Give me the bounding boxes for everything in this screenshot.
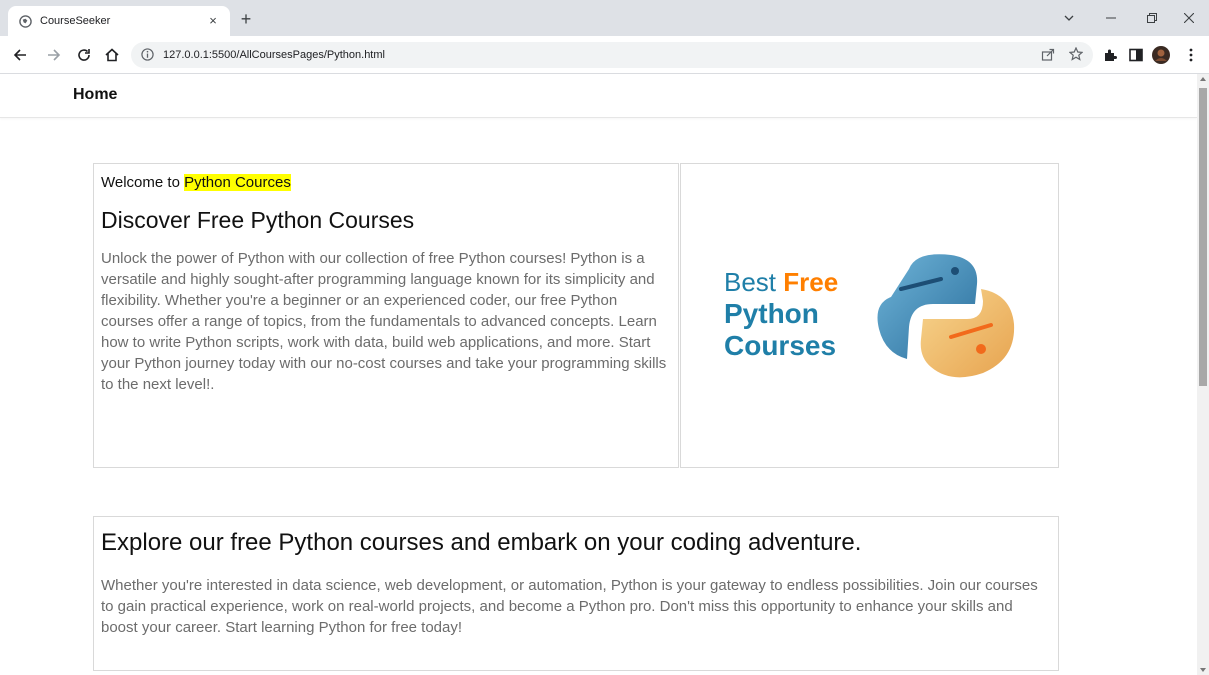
banner-courses: Courses bbox=[724, 330, 837, 361]
scrollbar-thumb[interactable] bbox=[1199, 88, 1207, 386]
page-viewport: Home Welcome to Python Cources Discover … bbox=[0, 74, 1197, 675]
info-icon[interactable] bbox=[141, 48, 155, 62]
tab-title: CourseSeeker bbox=[40, 15, 111, 27]
bookmark-star-icon[interactable] bbox=[1068, 46, 1084, 66]
page-scrollbar[interactable] bbox=[1197, 74, 1209, 675]
minimize-icon[interactable] bbox=[1096, 8, 1126, 28]
scroll-down-icon[interactable] bbox=[1200, 668, 1206, 672]
explore-card: Explore our free Python courses and emba… bbox=[93, 516, 1059, 671]
welcome-line: Welcome to Python Cources bbox=[101, 174, 671, 191]
welcome-prefix: Welcome to bbox=[101, 174, 185, 191]
globe-icon bbox=[18, 14, 32, 28]
python-logo-icon bbox=[877, 254, 1015, 378]
avatar[interactable] bbox=[1152, 46, 1170, 64]
side-panel-icon[interactable] bbox=[1127, 46, 1145, 64]
close-window-icon[interactable] bbox=[1174, 8, 1204, 28]
share-icon[interactable] bbox=[1041, 47, 1055, 66]
url-text: 127.0.0.1:5500/AllCoursesPages/Python.ht… bbox=[163, 49, 385, 61]
extensions-icon[interactable] bbox=[1101, 46, 1119, 64]
new-tab-button[interactable]: + bbox=[236, 10, 256, 30]
explore-paragraph: Whether you're interested in data scienc… bbox=[101, 577, 1038, 636]
browser-tab[interactable]: CourseSeeker × bbox=[8, 6, 230, 36]
tab-strip: CourseSeeker × + bbox=[0, 0, 1209, 36]
banner-python: Python bbox=[724, 298, 819, 329]
welcome-highlight: Python Cources bbox=[184, 174, 291, 191]
reload-icon[interactable] bbox=[74, 45, 94, 65]
home-icon[interactable] bbox=[102, 45, 122, 65]
tab-close-icon[interactable]: × bbox=[206, 14, 220, 28]
explore-heading: Explore our free Python courses and emba… bbox=[101, 529, 862, 556]
forward-arrow-icon[interactable] bbox=[44, 45, 64, 65]
browser-toolbar: 127.0.0.1:5500/AllCoursesPages/Python.ht… bbox=[0, 36, 1209, 74]
intro-paragraph: Unlock the power of Python with our coll… bbox=[101, 250, 667, 393]
banner-text: Best Free Python Courses bbox=[724, 266, 838, 362]
menu-kebab-icon[interactable] bbox=[1182, 46, 1200, 64]
restore-icon[interactable] bbox=[1137, 8, 1167, 28]
intro-heading: Discover Free Python Courses bbox=[101, 207, 415, 233]
home-link[interactable]: Home bbox=[73, 86, 117, 104]
tab-search-icon[interactable] bbox=[1054, 8, 1084, 28]
back-arrow-icon[interactable] bbox=[10, 45, 30, 65]
address-bar[interactable]: 127.0.0.1:5500/AllCoursesPages/Python.ht… bbox=[131, 42, 1093, 68]
banner-best: Best bbox=[724, 267, 784, 297]
banner-image: Best Free Python Courses bbox=[680, 163, 1059, 468]
scroll-up-icon[interactable] bbox=[1200, 77, 1206, 81]
banner-free: Free bbox=[783, 267, 839, 297]
site-navbar: Home bbox=[0, 74, 1197, 118]
intro-card: Welcome to Python Cources Discover Free … bbox=[93, 163, 679, 468]
